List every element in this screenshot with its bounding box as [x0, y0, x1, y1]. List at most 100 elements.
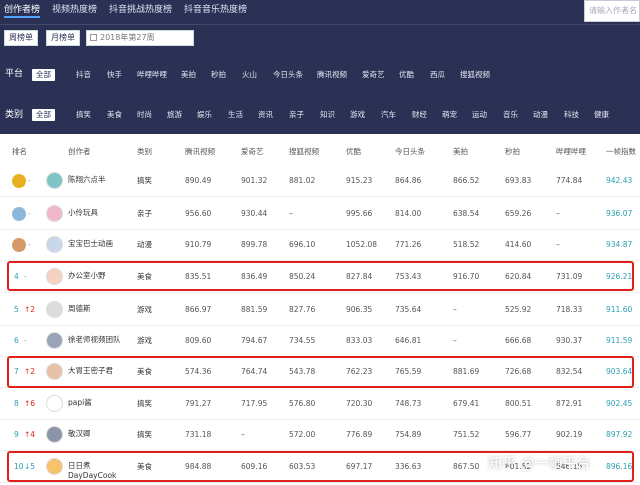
metric-value: 910.79 [185, 240, 212, 249]
platform-option[interactable]: 快手 [107, 69, 122, 81]
metric-value: 518.52 [453, 240, 480, 249]
avatar[interactable] [46, 236, 63, 253]
column-header[interactable]: 创作者 [68, 147, 91, 157]
avatar[interactable] [46, 205, 63, 222]
category-option[interactable]: 旅游 [167, 109, 182, 121]
category-option[interactable]: 知识 [320, 109, 335, 121]
platform-option[interactable]: 秒拍 [211, 69, 226, 81]
platform-option[interactable]: 今日头条 [273, 69, 303, 81]
avatar[interactable] [46, 301, 63, 318]
category-option[interactable]: 娱乐 [197, 109, 212, 121]
platform-option[interactable]: 优酷 [399, 69, 414, 81]
platform-option[interactable]: 全部 [32, 69, 55, 81]
column-header[interactable]: 今日头条 [395, 147, 425, 157]
weekly-button[interactable]: 周榜单 [4, 30, 38, 46]
yizhen-index: 936.07 [606, 209, 633, 218]
metric-value: 930.44 [241, 209, 268, 218]
category-option[interactable]: 科技 [564, 109, 579, 121]
tab-creator-ranking[interactable]: 创作者榜 [4, 4, 41, 18]
search-input[interactable]: 请输入作者名 [584, 0, 640, 22]
platform-option[interactable]: 火山 [242, 69, 257, 81]
avatar[interactable] [46, 332, 63, 349]
tab-douyin-music[interactable]: 抖音音乐热度榜 [184, 4, 247, 18]
platform-option[interactable]: 爱奇艺 [362, 69, 385, 81]
table-header: 排名 创作者 类别 腾讯视频 爱奇艺 搜狐视频 优酷 今日头条 美拍 秒拍 哔哩哔哩 一帧指数 [0, 142, 640, 162]
table-row[interactable]: - 宝宝巴士动画 动漫 910.79 899.78 696.10 1052.08 771.26… [0, 229, 640, 261]
metric-value: 771.26 [395, 240, 422, 249]
category-option[interactable]: 财经 [412, 109, 427, 121]
column-header[interactable]: 哔哩哔哩 [556, 147, 586, 157]
metric-value: 902.19 [556, 430, 583, 439]
table-row[interactable]: 9 ↑4 敬汉卿 搞笑 731.18 – 572.00 776.89 754.89 751.52 5… [0, 419, 640, 451]
category-option[interactable]: 汽车 [381, 109, 396, 121]
creator-name[interactable]: 小伶玩具 [68, 208, 130, 218]
metric-value: 696.10 [289, 240, 316, 249]
creator-name[interactable]: 敬汉卿 [68, 429, 130, 439]
category-option[interactable]: 萌宠 [442, 109, 457, 121]
metric-value: 525.92 [505, 305, 532, 314]
category-option[interactable]: 资讯 [258, 109, 273, 121]
yizhen-index: 934.87 [606, 240, 633, 249]
creator-name[interactable]: 宝宝巴士动画 [68, 239, 130, 249]
creator-name[interactable]: 徐老师视频团队 [68, 335, 130, 345]
rank-number: 5 [14, 305, 19, 314]
category-option[interactable]: 动漫 [533, 109, 548, 121]
table-row[interactable]: 6- 徐老师视频团队 游戏 809.60 794.67 734.55 833.03 646.8… [0, 325, 640, 357]
category-option[interactable]: 生活 [228, 109, 243, 121]
platform-option[interactable]: 搜狐视频 [460, 69, 490, 81]
column-header[interactable]: 秒拍 [505, 147, 520, 157]
category-option[interactable]: 健康 [594, 109, 609, 121]
table-row[interactable]: 8 ↑6 papi酱 搞笑 791.27 717.95 576.80 720.30 748.73… [0, 388, 640, 420]
platform-option[interactable]: 抖音 [76, 69, 91, 81]
metric-value: 731.18 [185, 430, 212, 439]
category-option[interactable]: 游戏 [350, 109, 365, 121]
column-header[interactable]: 腾讯视频 [185, 147, 215, 157]
metric-value: 827.76 [289, 305, 316, 314]
table-row[interactable]: - 小伶玩具 亲子 956.60 930.44 – 995.66 814.00 638.54 65… [0, 198, 640, 230]
metric-value: 995.66 [346, 209, 373, 218]
creator-name[interactable]: 周德斯 [68, 304, 130, 314]
column-header[interactable]: 美拍 [453, 147, 468, 157]
week-picker[interactable]: 2018年第27周 [86, 30, 194, 46]
platform-label: 平台 [5, 69, 24, 79]
platform-option[interactable]: 美拍 [181, 69, 196, 81]
week-picker-value: 2018年第27周 [100, 33, 155, 42]
column-header[interactable]: 类别 [137, 147, 152, 157]
creator-name[interactable]: papi酱 [68, 398, 130, 408]
metric-value: 774.84 [556, 176, 583, 185]
category-option[interactable]: 亲子 [289, 109, 304, 121]
metric-value: 930.37 [556, 336, 583, 345]
creator-name[interactable]: 陈翔六点半 [68, 175, 130, 185]
metric-value: 1052.08 [346, 240, 378, 249]
tab-douyin-challenge[interactable]: 抖音挑战热度榜 [109, 4, 172, 18]
column-header[interactable]: 搜狐视频 [289, 147, 319, 157]
category-option[interactable]: 音乐 [503, 109, 518, 121]
category-option[interactable]: 时尚 [137, 109, 152, 121]
table-row[interactable]: - 陈翔六点半 搞笑 890.49 901.32 881.02 915.23 864.86 86… [0, 165, 640, 197]
category-option[interactable]: 运动 [472, 109, 487, 121]
medal-icon [12, 207, 26, 221]
column-header[interactable]: 优酷 [346, 147, 361, 157]
category-option[interactable]: 搞笑 [76, 109, 91, 121]
category-option[interactable]: 美食 [107, 109, 122, 121]
metric-value: – [556, 240, 560, 249]
platform-option[interactable]: 腾讯视频 [317, 69, 347, 81]
tab-video-heat[interactable]: 视频热度榜 [52, 4, 97, 18]
table-row[interactable]: 5 ↑2 周德斯 游戏 866.97 881.59 827.76 906.35 735.64 – 5… [0, 294, 640, 326]
avatar[interactable] [46, 426, 63, 443]
column-header[interactable]: 排名 [12, 147, 27, 157]
avatar[interactable] [46, 172, 63, 189]
platform-option[interactable]: 西瓜 [430, 69, 445, 81]
monthly-button[interactable]: 月榜单 [46, 30, 80, 46]
rank-change: - [28, 209, 31, 218]
metric-value: 956.60 [185, 209, 212, 218]
yizhen-index: 897.92 [606, 430, 633, 439]
column-header[interactable]: 一帧指数 [606, 147, 636, 157]
metric-value: 833.03 [346, 336, 373, 345]
avatar[interactable] [46, 395, 63, 412]
platform-option[interactable]: 哔哩哔哩 [137, 69, 167, 81]
category-option[interactable]: 全部 [32, 109, 55, 121]
metric-value: 717.95 [241, 399, 268, 408]
category-value: 搞笑 [137, 176, 152, 185]
column-header[interactable]: 爱奇艺 [241, 147, 264, 157]
